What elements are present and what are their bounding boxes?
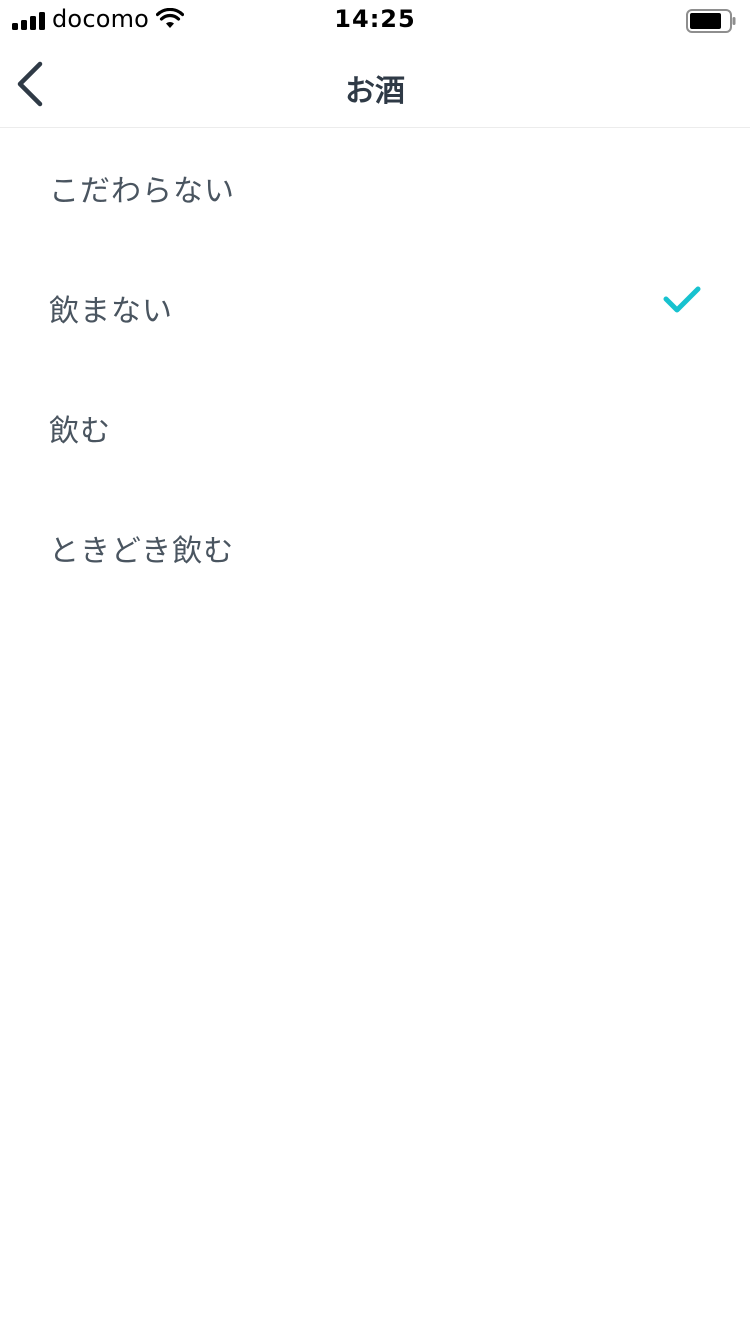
option-label: 飲む (49, 414, 111, 449)
status-time: 14:25 (334, 5, 416, 33)
page-title: お酒 (345, 74, 405, 109)
option-label: こだわらない (49, 174, 235, 209)
navigation-bar: お酒 (0, 40, 750, 128)
battery-icon (686, 9, 736, 33)
checkmark-icon (663, 286, 701, 313)
option-list: こだわらない 飲まない 飲む ときどき飲む (0, 128, 750, 608)
option-item[interactable]: 飲まない (0, 248, 750, 368)
option-item-selected[interactable]: 飲む (0, 368, 750, 488)
option-item[interactable]: こだわらない (0, 128, 750, 248)
option-label: 飲まない (49, 294, 173, 329)
option-item[interactable]: ときどき飲む (0, 488, 750, 608)
status-bar: docomo 14:25 (0, 0, 750, 40)
option-label: ときどき飲む (49, 534, 235, 569)
